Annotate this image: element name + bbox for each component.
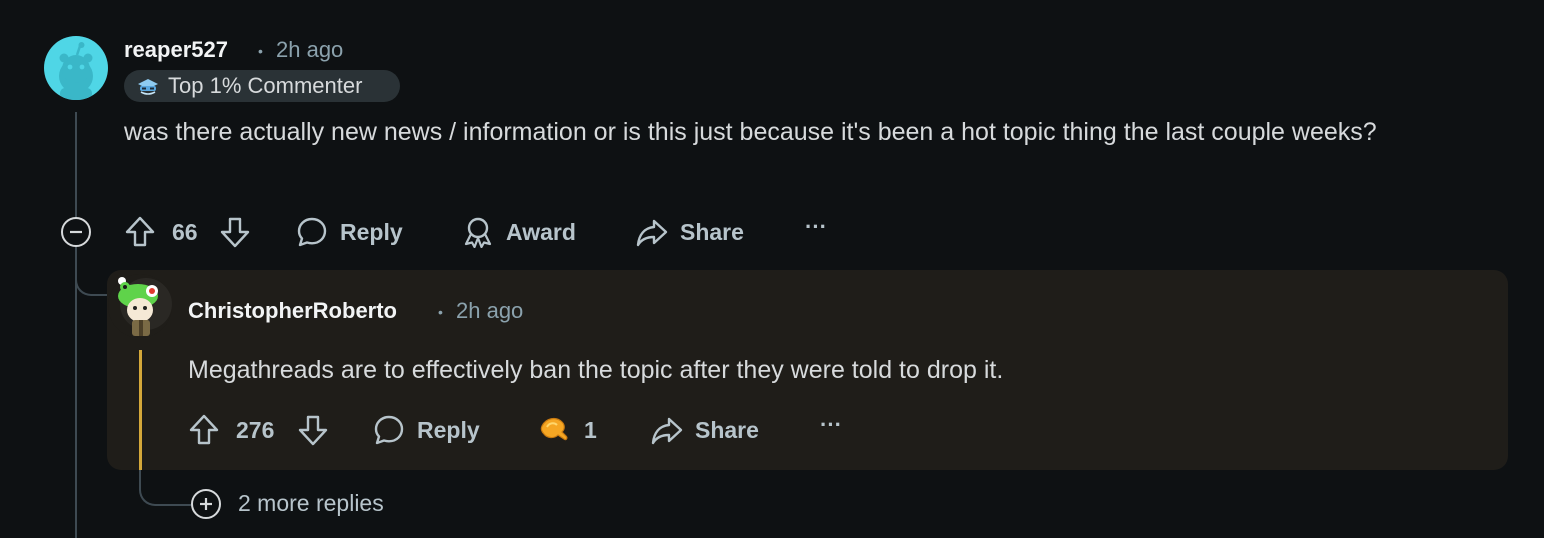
reply-upvote-button[interactable] — [188, 412, 220, 448]
reply-label: Reply — [340, 218, 403, 245]
expand-replies-button[interactable] — [190, 488, 222, 520]
downvote-arrow-icon — [220, 217, 250, 248]
comment-timestamp[interactable]: 2h ago — [276, 37, 343, 63]
comment-body: was there actually new news / informatio… — [124, 118, 1377, 146]
upvote-button[interactable] — [124, 214, 156, 250]
share-arrow-icon — [636, 219, 668, 247]
snoo-avatar-icon — [59, 42, 93, 100]
reply-share-button[interactable]: Share — [651, 414, 759, 446]
user-avatar[interactable] — [44, 36, 108, 100]
comment-bubble-icon — [297, 217, 327, 247]
reply-award-button[interactable]: 1 — [538, 414, 597, 446]
badge-label: Top 1% Commenter — [168, 73, 363, 98]
reply-downvote-button[interactable] — [297, 412, 329, 448]
more-replies-link[interactable]: 2 more replies — [238, 490, 384, 517]
upvote-arrow-icon — [125, 216, 155, 247]
downvote-arrow-icon — [298, 415, 328, 446]
thread-branch-reply — [75, 262, 107, 296]
top-commenter-icon — [138, 79, 158, 95]
comment-bubble-icon — [374, 415, 404, 445]
meta-separator: • — [258, 43, 263, 59]
thread-branch-more — [139, 470, 191, 506]
reply-reply-label: Reply — [417, 416, 480, 443]
frog-hat-avatar-icon — [118, 277, 172, 336]
award-ribbon-icon — [464, 217, 492, 248]
share-button[interactable]: Share — [636, 216, 744, 248]
reply-vote-count: 276 — [236, 417, 275, 443]
award-button[interactable]: Award — [462, 216, 576, 248]
thread-line-main — [75, 112, 77, 220]
reply-username[interactable]: ChristopherRoberto — [188, 298, 397, 324]
vote-count: 66 — [172, 219, 198, 245]
reply-button[interactable]: Reply — [296, 216, 403, 248]
reply-user-avatar[interactable] — [108, 274, 172, 338]
share-arrow-icon — [651, 417, 683, 445]
collapse-minus-icon — [61, 217, 91, 247]
downvote-button[interactable] — [219, 214, 251, 250]
expand-plus-icon — [191, 489, 221, 519]
reply-share-label: Share — [695, 416, 759, 443]
highlight-indicator — [139, 350, 142, 470]
award-label: Award — [506, 218, 576, 245]
more-options-button[interactable]: ··· — [805, 214, 827, 240]
collapse-thread-button[interactable] — [60, 216, 92, 248]
reply-body: Megathreads are to effectively ban the t… — [188, 356, 1004, 384]
top-commenter-badge[interactable]: Top 1% Commenter — [124, 70, 400, 102]
reply-reply-button[interactable]: Reply — [373, 414, 480, 446]
username[interactable]: reaper527 — [124, 37, 228, 63]
reply-timestamp[interactable]: 2h ago — [456, 298, 523, 324]
thread-line-main-lower — [75, 246, 77, 538]
share-label: Share — [680, 218, 744, 245]
award-count: 1 — [584, 416, 597, 443]
reply-meta-separator: • — [438, 304, 443, 320]
reply-more-options-button[interactable]: ··· — [820, 412, 842, 438]
pointing-hand-award-icon — [540, 417, 568, 441]
upvote-arrow-icon — [189, 414, 219, 445]
